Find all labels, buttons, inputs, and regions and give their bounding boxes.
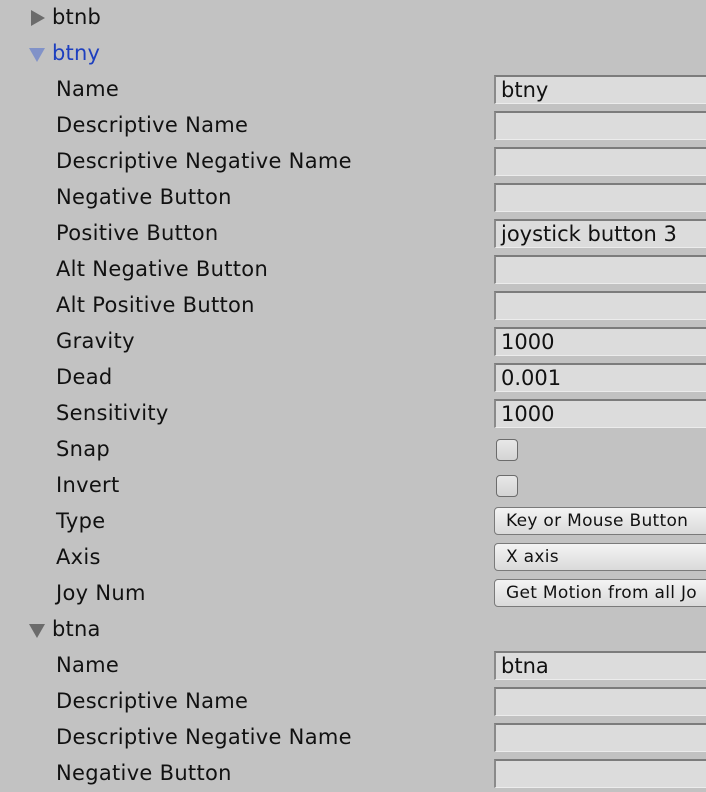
foldout-label[interactable]: btna bbox=[52, 617, 101, 641]
property-row-descriptive-name: Descriptive Name bbox=[0, 684, 706, 720]
name-label: Name bbox=[56, 653, 120, 677]
name-label: Name bbox=[56, 77, 120, 101]
foldout-label[interactable]: btnb bbox=[52, 5, 101, 29]
sensitivity-label: Sensitivity bbox=[56, 401, 169, 425]
descriptive-negative-name-label: Descriptive Negative Name bbox=[56, 149, 352, 173]
name-field[interactable]: btna bbox=[494, 651, 706, 680]
foldout-btny[interactable]: btny bbox=[0, 36, 706, 72]
snap-checkbox[interactable] bbox=[496, 439, 518, 461]
property-row-descriptive-negative-name: Descriptive Negative Name bbox=[0, 144, 706, 180]
property-row-negative-button: Negative Button bbox=[0, 180, 706, 216]
joy-num-dropdown[interactable]: Get Motion from all Jo bbox=[494, 579, 706, 607]
property-row-sensitivity: Sensitivity 1000 bbox=[0, 396, 706, 432]
type-dropdown[interactable]: Key or Mouse Button bbox=[494, 507, 706, 535]
negative-button-label: Negative Button bbox=[56, 185, 232, 209]
negative-button-field[interactable] bbox=[494, 183, 706, 212]
negative-button-field[interactable] bbox=[494, 759, 706, 788]
snap-label: Snap bbox=[56, 437, 111, 461]
property-row-alt-negative-button: Alt Negative Button bbox=[0, 252, 706, 288]
positive-button-label: Positive Button bbox=[56, 221, 219, 245]
descriptive-name-field[interactable] bbox=[494, 111, 706, 140]
foldout-label[interactable]: btny bbox=[52, 41, 100, 65]
alt-negative-button-label: Alt Negative Button bbox=[56, 257, 269, 281]
descriptive-negative-name-label: Descriptive Negative Name bbox=[56, 725, 352, 749]
descriptive-name-label: Descriptive Name bbox=[56, 113, 249, 137]
gravity-label: Gravity bbox=[56, 329, 135, 353]
property-row-axis: Axis X axis bbox=[0, 540, 706, 576]
dead-field[interactable]: 0.001 bbox=[494, 363, 706, 392]
invert-checkbox[interactable] bbox=[496, 475, 518, 497]
axis-dropdown[interactable]: X axis bbox=[494, 543, 706, 571]
alt-negative-button-field[interactable] bbox=[494, 255, 706, 284]
property-row-dead: Dead 0.001 bbox=[0, 360, 706, 396]
alt-positive-button-label: Alt Positive Button bbox=[56, 293, 255, 317]
expanded-arrow-icon[interactable] bbox=[29, 48, 45, 62]
name-field[interactable]: btny bbox=[494, 75, 706, 104]
collapsed-arrow-icon[interactable] bbox=[31, 10, 45, 26]
foldout-btna[interactable]: btna bbox=[0, 612, 706, 648]
property-row-positive-button: Positive Button joystick button 3 bbox=[0, 216, 706, 252]
foldout-btnb[interactable]: btnb bbox=[0, 0, 706, 36]
property-row-gravity: Gravity 1000 bbox=[0, 324, 706, 360]
property-row-type: Type Key or Mouse Button bbox=[0, 504, 706, 540]
positive-button-field[interactable]: joystick button 3 bbox=[494, 219, 706, 248]
expanded-arrow-icon[interactable] bbox=[29, 624, 45, 638]
descriptive-name-field[interactable] bbox=[494, 687, 706, 716]
property-row-negative-button: Negative Button bbox=[0, 756, 706, 792]
type-label: Type bbox=[56, 509, 106, 533]
gravity-field[interactable]: 1000 bbox=[494, 327, 706, 356]
descriptive-negative-name-field[interactable] bbox=[494, 723, 706, 752]
descriptive-negative-name-field[interactable] bbox=[494, 147, 706, 176]
property-row-snap: Snap bbox=[0, 432, 706, 468]
property-row-name: Name btna bbox=[0, 648, 706, 684]
negative-button-label: Negative Button bbox=[56, 761, 232, 785]
invert-label: Invert bbox=[56, 473, 120, 497]
property-row-alt-positive-button: Alt Positive Button bbox=[0, 288, 706, 324]
dead-label: Dead bbox=[56, 365, 113, 389]
descriptive-name-label: Descriptive Name bbox=[56, 689, 249, 713]
property-row-descriptive-name: Descriptive Name bbox=[0, 108, 706, 144]
property-row-descriptive-negative-name: Descriptive Negative Name bbox=[0, 720, 706, 756]
axis-label: Axis bbox=[56, 545, 101, 569]
joy-num-label: Joy Num bbox=[56, 581, 146, 605]
property-row-joy-num: Joy Num Get Motion from all Jo bbox=[0, 576, 706, 612]
property-row-invert: Invert bbox=[0, 468, 706, 504]
alt-positive-button-field[interactable] bbox=[494, 291, 706, 320]
property-row-name: Name btny bbox=[0, 72, 706, 108]
sensitivity-field[interactable]: 1000 bbox=[494, 399, 706, 428]
